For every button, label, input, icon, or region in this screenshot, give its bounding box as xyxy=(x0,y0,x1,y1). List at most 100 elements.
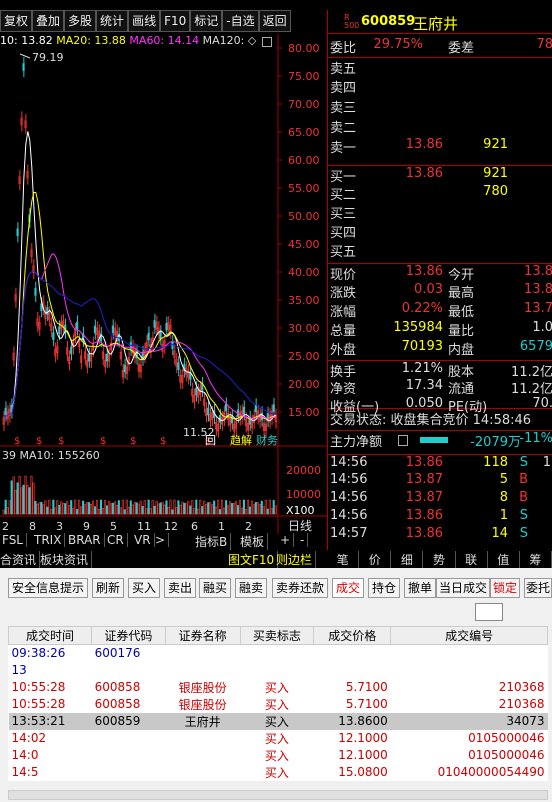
kline-chart[interactable]: 80.00 75.00 70.00 65.00 60.00 55.00 50.00 45.00… xyxy=(0,34,327,534)
table-row[interactable]: 09:38:26 600176 xyxy=(9,645,548,662)
volume-bar xyxy=(22,484,25,515)
quote-value: 13.8 xyxy=(524,264,552,279)
indicator-tab[interactable]: VR xyxy=(134,533,155,547)
price-tick-label: 70.00 xyxy=(288,98,320,111)
indicator-tab[interactable]: FSL xyxy=(2,533,27,547)
volume-bar xyxy=(225,500,228,515)
trade-button[interactable]: 撤单 xyxy=(404,578,436,598)
weicha-label: 委差 xyxy=(448,41,475,56)
quote-value: 6579 xyxy=(519,339,552,354)
right-tab[interactable]: 势 xyxy=(423,551,456,568)
trade-button[interactable]: 买入 xyxy=(128,578,160,598)
right-tab[interactable]: 值 xyxy=(488,551,520,568)
column-header[interactable]: 成交价格 xyxy=(313,626,392,645)
info-tab[interactable]: 则边栏 xyxy=(276,551,317,568)
volume-bar xyxy=(217,499,220,515)
volume-bar xyxy=(91,500,95,515)
volume-bar xyxy=(76,508,79,515)
table-row[interactable]: 14:5 买入 15.0800 01040000054490 xyxy=(9,764,548,781)
toolbar-button[interactable]: 返回 xyxy=(258,10,291,32)
table-row[interactable]: 14:0 买入 12.1000 0105000046 xyxy=(9,747,548,764)
toolbar-button[interactable]: 画线 xyxy=(128,10,161,32)
trade-button[interactable]: 卖出 xyxy=(164,578,196,598)
right-tab[interactable]: 筹 xyxy=(520,551,552,568)
right-tab[interactable]: 笔 xyxy=(327,551,360,568)
toolbar-button[interactable]: F10 xyxy=(160,10,191,32)
column-header[interactable]: 成交编号 xyxy=(390,626,548,645)
ask1-volume: 921 xyxy=(483,137,508,152)
volume-bar xyxy=(228,501,232,515)
table-row[interactable]: 10:55:28 600858 银座股份 买入 5.7100 210368 xyxy=(9,679,548,696)
table-cell: 买入 xyxy=(264,714,289,729)
quote-value: 70. xyxy=(532,396,552,411)
indicator-tab[interactable]: TRIX xyxy=(34,533,66,547)
trade-button[interactable]: 刷新 xyxy=(92,578,124,598)
table-cell: 12.1000 xyxy=(338,748,388,762)
trade-button[interactable]: 委托 xyxy=(524,578,552,598)
table-cell xyxy=(165,662,240,679)
chart-annotation: 趋解 xyxy=(230,433,252,447)
info-tab[interactable]: 合资讯 xyxy=(0,551,41,568)
info-tab[interactable]: 板块资讯 xyxy=(40,551,93,568)
trade-button[interactable]: 成交 xyxy=(332,578,364,598)
volume-bar xyxy=(121,499,124,515)
right-tab[interactable]: 价 xyxy=(359,551,392,568)
right-tab[interactable]: 细 xyxy=(391,551,424,568)
indicator-tab[interactable]: - xyxy=(300,533,309,547)
main-flow-label: 主力净额 xyxy=(330,435,383,450)
table-cell xyxy=(165,747,240,764)
tick-volume: 118 xyxy=(483,455,508,470)
trade-window: 安全信息提示 刷新 买入 卖出 融买 融卖 卖券还款 成交 持仓 撤单 当日成交 锁定 委托 成交时间证… xyxy=(0,568,552,802)
trade-button[interactable]: 卖券还款 xyxy=(272,578,328,598)
table-cell: 买入 xyxy=(264,731,289,746)
column-header[interactable]: 买卖标志 xyxy=(239,626,315,645)
bid1-price: 13.86 xyxy=(405,166,443,181)
volume-tick-label: X100 xyxy=(286,504,315,517)
volume-bar xyxy=(274,505,277,515)
indicator-tab[interactable]: CR xyxy=(107,533,128,547)
quote-label: 涨跌 xyxy=(330,286,357,301)
table-row[interactable]: 14:02 买入 12.1000 0105000046 xyxy=(9,730,548,747)
volume-bar xyxy=(62,502,65,515)
trade-input[interactable] xyxy=(475,603,503,621)
column-header[interactable]: 证券名称 xyxy=(164,626,241,645)
column-header[interactable]: 证券代码 xyxy=(91,626,166,645)
toolbar-button[interactable]: 标记 xyxy=(190,10,223,32)
column-header[interactable]: 成交时间 xyxy=(7,626,93,645)
toolbar-button[interactable]: 统计 xyxy=(96,10,129,32)
trade-button[interactable]: 当日成交 xyxy=(436,578,490,598)
indicator-tab[interactable]: + xyxy=(280,533,295,547)
indicator-tab[interactable]: 指标B xyxy=(195,533,232,550)
trade-button[interactable]: 锁定 xyxy=(490,578,520,598)
bid2-volume: 780 xyxy=(483,184,508,199)
table-row[interactable]: 13 xyxy=(9,662,548,679)
trade-button[interactable]: 持仓 xyxy=(368,578,400,598)
trade-button[interactable]: 融买 xyxy=(199,578,231,598)
toolbar-button[interactable]: 复权 xyxy=(0,10,33,32)
quote-value: 13.8 xyxy=(524,282,552,297)
volume-bar xyxy=(260,500,263,515)
right-tab[interactable]: 联 xyxy=(456,551,488,568)
trade-button[interactable]: 安全信息提示 xyxy=(8,578,88,598)
trade-button[interactable]: 融卖 xyxy=(235,578,267,598)
quote-label: 净资 xyxy=(330,382,357,397)
table-row[interactable]: 10:55:28 600858 银座股份 买入 5.7100 210368 xyxy=(9,696,548,713)
info-tab[interactable]: 图文F10 xyxy=(228,551,279,568)
candle-body xyxy=(159,331,162,339)
quote-label: 流通 xyxy=(448,382,475,397)
price-tick-label: 25.00 xyxy=(288,350,320,363)
toolbar-button[interactable]: 多股 xyxy=(64,10,97,32)
tick-volume: 14 xyxy=(491,526,508,541)
indicator-tab[interactable]: BRAR xyxy=(68,533,105,547)
volume-bar xyxy=(211,504,214,515)
table-row[interactable]: 13:53:21 600859 王府井 买入 13.8600 34073 xyxy=(8,712,548,730)
volume-bar xyxy=(18,475,21,515)
toolbar-button[interactable]: -自选 xyxy=(222,10,259,32)
toolbar-button[interactable]: 叠加 xyxy=(32,10,65,32)
price-tick-label: 20.00 xyxy=(288,378,320,391)
indicator-tab[interactable]: > xyxy=(155,533,170,547)
quote-row: 总量 135984 量比 1.0 xyxy=(328,320,552,340)
horizontal-scrollbar[interactable] xyxy=(8,790,548,800)
indicator-tab[interactable]: 模板 xyxy=(240,533,269,550)
candle-body xyxy=(34,288,37,296)
